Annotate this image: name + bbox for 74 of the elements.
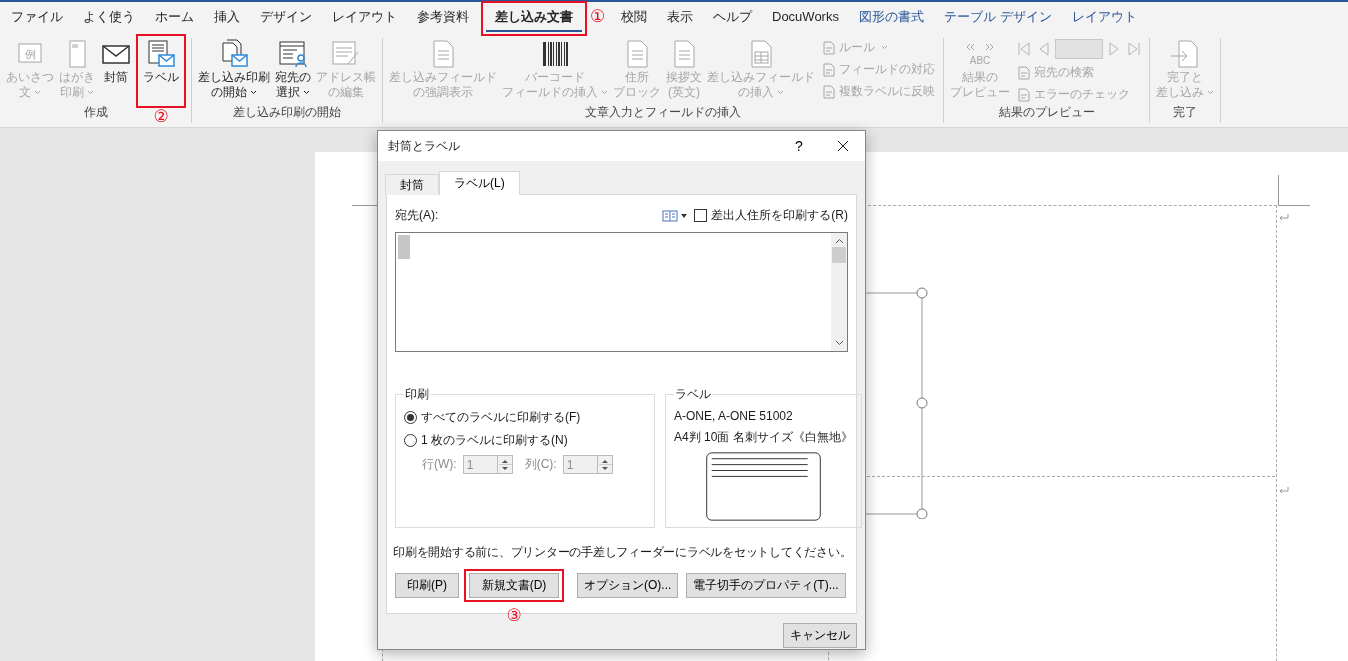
ribbon-tab[interactable]: 校閲 bbox=[612, 4, 656, 32]
scroll-down-icon[interactable] bbox=[834, 340, 844, 346]
first-record-icon[interactable] bbox=[1017, 41, 1031, 57]
instruction-text: 印刷を開始する前に、プリンターの手差しフィーダーにラベルをセットしてください。 bbox=[393, 544, 850, 561]
group-label: 結果のプレビュー bbox=[998, 104, 1095, 121]
paragraph-mark-icon bbox=[1279, 487, 1289, 495]
address-label: 宛先(A): bbox=[395, 207, 439, 224]
radio-option[interactable]: すべてのラベルに印刷する(F) bbox=[404, 409, 646, 426]
ribbon-tab[interactable]: レイアウト bbox=[1062, 4, 1146, 32]
spinner-label: 列(C): bbox=[524, 456, 557, 473]
caret-icon bbox=[303, 90, 310, 95]
scroll-thumb[interactable] bbox=[832, 247, 846, 263]
dialog-button[interactable]: 新規文書(D) bbox=[469, 573, 559, 598]
group-label: 完了 bbox=[1173, 104, 1197, 121]
paragraph-mark-icon bbox=[1279, 214, 1289, 222]
radio-option[interactable]: 1 枚のラベルに印刷する(N) bbox=[404, 432, 646, 449]
cancel-button[interactable]: キャンセル bbox=[783, 623, 857, 648]
list-person-icon bbox=[277, 38, 309, 70]
ribbon-command[interactable]: ラベル bbox=[141, 38, 181, 85]
group-title: 印刷 bbox=[404, 386, 430, 403]
ribbon-command[interactable]: 差し込み印刷 の開始 bbox=[196, 38, 272, 100]
ribbon-tab[interactable]: DocuWorks bbox=[763, 6, 848, 30]
close-icon bbox=[837, 140, 849, 152]
text-cursor bbox=[398, 235, 410, 259]
spinner-label: 行(W): bbox=[422, 456, 457, 473]
label-info-text: A-ONE, A-ONE 51002 bbox=[674, 409, 794, 423]
ribbon-tab[interactable]: 参考資料 bbox=[408, 4, 478, 32]
ribbon-command[interactable]: 宛先の 選択 bbox=[273, 38, 313, 100]
label-envelope-icon bbox=[145, 38, 177, 70]
scrollbar[interactable] bbox=[831, 233, 847, 351]
ribbon-tab[interactable]: テーブル デザイン bbox=[934, 4, 1061, 32]
ribbon-tab[interactable]: ホーム bbox=[146, 4, 203, 32]
label-info-text: A4判 10面 名刺サイズ《白無地》 bbox=[674, 429, 853, 446]
ribbon-tab[interactable]: 挿入 bbox=[205, 4, 249, 32]
dialog-button[interactable]: 印刷(P) bbox=[395, 573, 459, 598]
merge-document-icon bbox=[1169, 38, 1201, 70]
spin-arrows-icon[interactable] bbox=[596, 456, 612, 473]
help-button[interactable]: ? bbox=[777, 131, 821, 161]
dialog-tab[interactable]: 封筒 bbox=[385, 174, 439, 195]
ribbon-tab[interactable]: レイアウト bbox=[323, 4, 406, 32]
spin-arrows-icon[interactable] bbox=[496, 456, 512, 473]
dialog-tab[interactable]: ラベル(L) bbox=[439, 171, 520, 195]
return-address-checkbox[interactable]: 差出人住所を印刷する(R) bbox=[694, 207, 848, 224]
group-title: ラベル bbox=[674, 386, 712, 403]
ribbon-tab[interactable]: 差し込み文書 bbox=[486, 4, 582, 32]
ribbon-command[interactable]: 封筒 bbox=[98, 38, 134, 85]
ribbon-tab[interactable]: よく使う bbox=[74, 4, 144, 32]
dialog-title: 封筒とラベル bbox=[388, 137, 461, 155]
dialog-button[interactable]: オプション(O)... bbox=[577, 573, 679, 598]
caret-icon bbox=[87, 90, 94, 95]
ribbon-tab[interactable]: ファイル bbox=[2, 4, 72, 32]
ribbon-tab[interactable]: デザイン bbox=[251, 4, 321, 32]
caret-icon bbox=[34, 90, 41, 95]
group-label: 作成 bbox=[83, 104, 108, 121]
last-record-icon[interactable] bbox=[1127, 41, 1141, 57]
dialog-button[interactable]: 電子切手のプロパティ(T)... bbox=[686, 573, 846, 598]
previous-record-icon[interactable] bbox=[1037, 41, 1049, 57]
address-book-icon[interactable] bbox=[662, 209, 689, 222]
address-input-field[interactable] bbox=[395, 232, 848, 352]
callout-number: ① bbox=[590, 7, 606, 26]
ribbon-tab[interactable]: 表示 bbox=[658, 4, 702, 32]
scroll-up-icon[interactable] bbox=[834, 238, 844, 244]
group-label: 差し込み印刷の開始 bbox=[233, 104, 341, 121]
caret-icon bbox=[250, 90, 257, 95]
caret-icon bbox=[1207, 90, 1214, 95]
callout-number: ③ bbox=[506, 607, 522, 625]
ribbon-tab[interactable]: ヘルプ bbox=[704, 4, 761, 32]
caret-icon bbox=[601, 90, 608, 95]
group-label: 文章入力とフィールドの挿入 bbox=[585, 104, 741, 121]
caret-icon bbox=[881, 45, 888, 50]
next-record-icon[interactable] bbox=[1109, 41, 1121, 57]
ribbon-tab[interactable]: 図形の書式 bbox=[849, 4, 933, 32]
caret-icon bbox=[777, 90, 784, 95]
callout-number: ② bbox=[153, 108, 169, 126]
